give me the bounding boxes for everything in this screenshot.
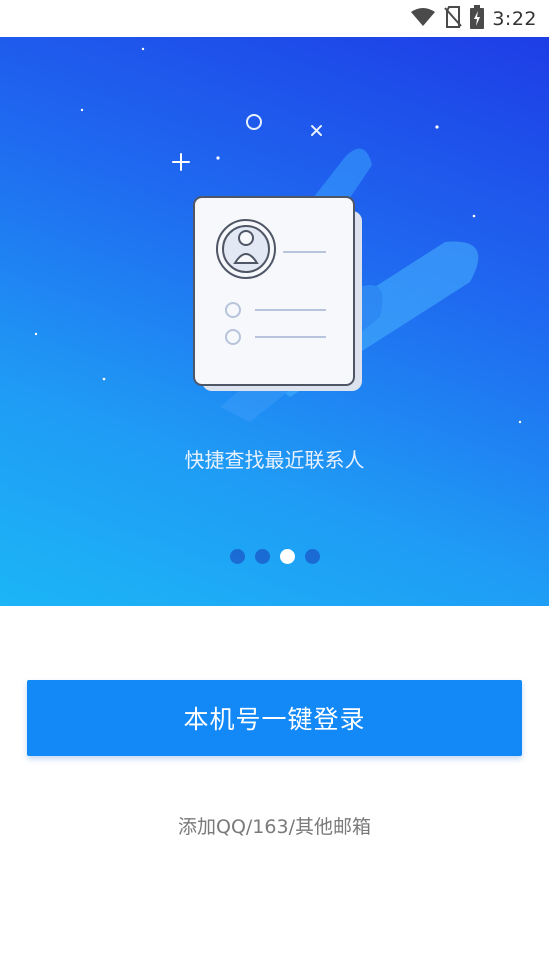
page-indicator: [0, 549, 549, 564]
page-dot[interactable]: [254, 549, 270, 564]
page-dot-active[interactable]: [279, 549, 295, 564]
contact-card-illustration: [34, 47, 522, 424]
wifi-icon: [410, 7, 436, 31]
ring-icon: [246, 114, 262, 130]
add-email-link[interactable]: 添加QQ/163/其他邮箱: [0, 812, 549, 839]
battery-charging-icon: [470, 4, 485, 33]
page-dot[interactable]: [304, 549, 320, 564]
close-icon: [311, 125, 322, 136]
hero-caption: 快捷查找最近联系人: [184, 448, 365, 472]
plus-icon: [172, 153, 190, 171]
no-sim-icon: [444, 5, 463, 32]
page-dot[interactable]: [229, 549, 245, 564]
onboarding-hero[interactable]: 快捷查找最近联系人: [0, 37, 549, 606]
status-time: 3:22: [492, 7, 537, 30]
status-bar: 3:22: [0, 0, 549, 37]
one-click-login-button[interactable]: 本机号一键登录: [27, 680, 522, 756]
status-icons: 3:22: [410, 0, 537, 37]
